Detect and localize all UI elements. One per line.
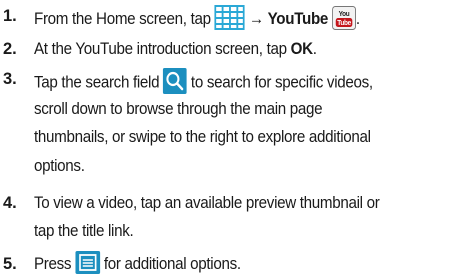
youtube-icon-text-bottom: Tube <box>337 19 351 26</box>
search-icon <box>163 68 188 94</box>
step-3-line-4: options. <box>34 157 85 175</box>
step-3-line-1: Tap the search field to search for speci… <box>34 68 373 96</box>
youtube-app-icon: You Tube <box>331 5 356 30</box>
step-3-line-3: thumbnails, or swipe to the right to exp… <box>34 128 371 146</box>
step-text: From the Home screen, tap <box>34 9 215 28</box>
step-4-line-2: tap the title link. <box>34 222 134 240</box>
arrow-symbol: → <box>248 9 264 28</box>
step-1-line-1: From the Home screen, tap → YouTube You … <box>34 5 360 32</box>
step-text: Tap the search field <box>34 73 164 92</box>
step-number: 5. <box>3 255 17 273</box>
step-text: for additional options. <box>99 254 241 273</box>
ok-label: OK <box>290 40 313 58</box>
step-text: Press <box>34 254 76 273</box>
step-number: 1. <box>3 7 17 25</box>
step-number: 3. <box>3 70 17 88</box>
step-4-line-1: To view a video, tap an available previe… <box>34 194 380 212</box>
step-number: 4. <box>3 194 17 212</box>
step-number: 2. <box>3 40 17 58</box>
apps-grid-icon <box>214 5 245 30</box>
step-3-line-2: scroll down to browse through the main p… <box>34 100 323 118</box>
step-text: to search for specific videos, <box>187 73 373 92</box>
step-text: . <box>355 9 360 28</box>
step-text: At the YouTube introduction screen, tap <box>34 40 291 58</box>
menu-key-icon <box>75 251 100 274</box>
step-text: . <box>312 40 317 58</box>
step-2-line-1: At the YouTube introduction screen, tap … <box>34 40 317 58</box>
youtube-icon-text-top: You <box>339 10 350 17</box>
step-5-line-1: Press for additional options. <box>34 251 241 276</box>
youtube-label: YouTube <box>267 9 329 28</box>
